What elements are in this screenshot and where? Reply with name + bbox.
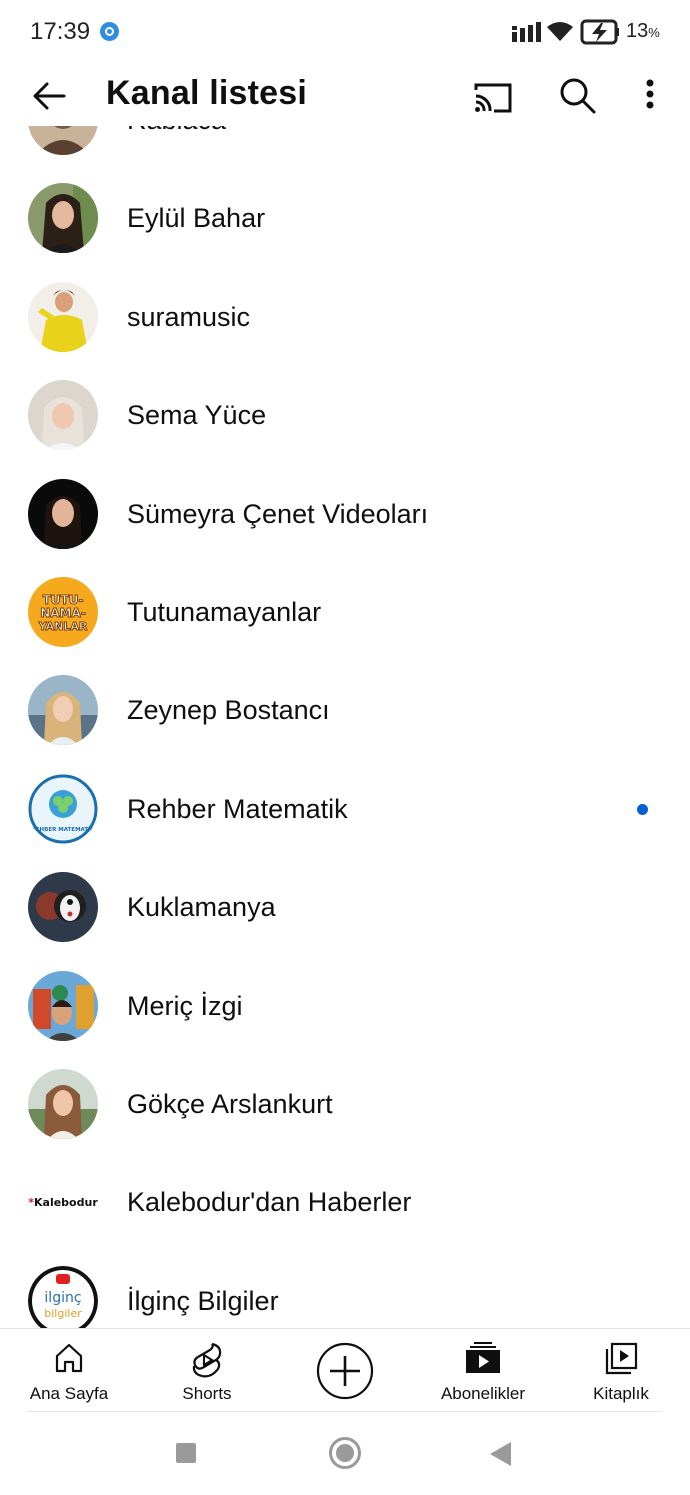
shorts-icon: [192, 1342, 222, 1378]
back-arrow-icon[interactable]: [28, 74, 72, 118]
svg-text:TUTU-: TUTU-: [43, 593, 84, 607]
home-icon: [55, 1343, 83, 1373]
system-back-icon[interactable]: [490, 1442, 511, 1466]
channel-row[interactable]: *Kalebodur Kalebodur'dan Haberler: [0, 1153, 690, 1251]
channel-name: Eylül Bahar: [127, 203, 266, 234]
channel-name: Tutunamayanlar: [127, 596, 322, 627]
channel-avatar: TUTU- NAMA- YANLAR: [28, 576, 98, 647]
battery-percent: 13%: [626, 20, 660, 42]
library-icon: [605, 1342, 638, 1375]
channel-row[interactable]: Sema Yüce: [0, 366, 690, 464]
channel-name: Sümeyra Çenet Videoları: [127, 498, 429, 529]
channel-row[interactable]: Gökçe Arslankurt: [0, 1055, 690, 1153]
channel-name: İlginç Bilgiler: [127, 1285, 279, 1316]
channel-avatar: [28, 872, 98, 943]
nav-shorts-label: Shorts: [182, 1384, 232, 1403]
channel-row[interactable]: Kuklamanya: [0, 858, 690, 956]
recent-apps-icon[interactable]: [176, 1443, 196, 1463]
nav-home[interactable]: Ana Sayfa: [4, 1329, 134, 1413]
nav-subscriptions[interactable]: Abonelikler: [418, 1329, 548, 1413]
svg-text:REHBER MATEMATİK: REHBER MATEMATİK: [32, 826, 96, 833]
status-bar: 17:39 13%: [0, 0, 690, 64]
channel-row[interactable]: ilginç bilgiler İlginç Bilgiler: [0, 1252, 690, 1328]
svg-text:NAMA-: NAMA-: [40, 606, 86, 620]
channel-avatar: [28, 281, 98, 352]
channel-avatar: [28, 1068, 98, 1139]
channel-avatar: [28, 675, 98, 746]
nav-shorts[interactable]: Shorts: [142, 1329, 272, 1413]
channel-name: Gökçe Arslankurt: [127, 1088, 333, 1119]
cast-icon[interactable]: [470, 74, 514, 118]
more-vert-icon[interactable]: [630, 74, 670, 118]
channel-avatar: [28, 478, 98, 549]
page-title: Kanal listesi: [106, 74, 308, 112]
channel-avatar: [28, 380, 98, 451]
channel-row[interactable]: Zeynep Bostancı: [0, 661, 690, 759]
channel-name: suramusic: [127, 301, 251, 332]
channel-name: Sema Yüce: [127, 400, 267, 431]
channel-name: Kalebodur'dan Haberler: [127, 1187, 412, 1218]
status-time: 17:39: [30, 18, 91, 45]
channel-avatar: REHBER MATEMATİK: [28, 773, 98, 844]
nav-subscriptions-label: Abonelikler: [440, 1384, 526, 1403]
channel-name: Kuklamanya: [127, 892, 276, 923]
notification-badge-icon: [100, 22, 119, 41]
channel-name: Zeynep Bostancı: [127, 695, 330, 726]
app-header: Kanal listesi: [0, 64, 690, 126]
channel-avatar: *Kalebodur: [28, 1167, 98, 1238]
bottom-nav: Ana Sayfa Shorts Abonelikler Kitaplık: [0, 1328, 690, 1412]
svg-text:YANLAR: YANLAR: [38, 620, 88, 633]
channel-row[interactable]: TUTU- NAMA- YANLAR Tutunamayanlar: [0, 563, 690, 661]
channel-avatar: [28, 183, 98, 254]
channel-avatar: [28, 970, 98, 1041]
channel-row[interactable]: suramusic: [0, 268, 690, 366]
system-nav-bar: [0, 1412, 690, 1495]
channel-row[interactable]: Sümeyra Çenet Videoları: [0, 465, 690, 563]
wifi-icon: [547, 22, 573, 41]
svg-text:*Kalebodur: *Kalebodur: [28, 1196, 98, 1209]
channel-avatar: [28, 126, 98, 155]
create-plus-icon[interactable]: [316, 1342, 374, 1400]
svg-text:bilgiler: bilgiler: [44, 1307, 82, 1320]
battery-charging-icon: [580, 19, 619, 45]
subscriptions-icon: [466, 1342, 500, 1373]
signal-icon: [512, 22, 541, 42]
channel-list[interactable]: Rabiaca Eylül Bahar suramusic Sema Yüce: [0, 126, 690, 1328]
channel-row[interactable]: Eylül Bahar: [0, 169, 690, 267]
new-content-dot: [637, 803, 648, 815]
channel-row[interactable]: Meriç İzgi: [0, 957, 690, 1055]
nav-library-label: Kitaplık: [593, 1384, 649, 1403]
channel-row[interactable]: REHBER MATEMATİK Rehber Matematik: [0, 760, 690, 858]
svg-text:ilginç: ilginç: [44, 1290, 81, 1306]
search-icon[interactable]: [556, 74, 600, 118]
system-home-icon[interactable]: [329, 1437, 361, 1469]
nav-home-label: Ana Sayfa: [29, 1384, 109, 1403]
nav-library[interactable]: Kitaplık: [556, 1329, 686, 1413]
channel-name: Rabiaca: [127, 126, 226, 136]
channel-row[interactable]: Rabiaca: [0, 126, 690, 169]
channel-name: Meriç İzgi: [127, 990, 243, 1021]
channel-name: Rehber Matematik: [127, 793, 348, 824]
channel-avatar: ilginç bilgiler: [28, 1265, 98, 1328]
